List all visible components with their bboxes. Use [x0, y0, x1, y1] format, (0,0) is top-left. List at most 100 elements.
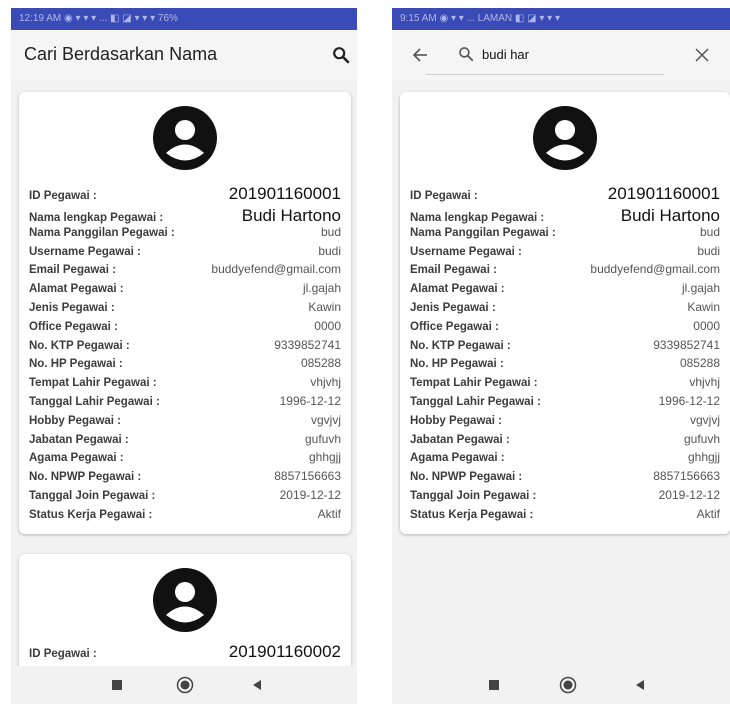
detail-row: Jenis Pegawai : Kawin	[29, 300, 341, 314]
field-value: gufuvh	[304, 431, 341, 446]
field-label: No. NPWP Pegawai :	[29, 471, 142, 484]
field-value: vhjvhj	[689, 375, 720, 390]
field-label: Nama Panggilan Pegawai :	[29, 226, 175, 239]
detail-row: No. NPWP Pegawai : 8857156663	[29, 469, 341, 483]
detail-row: Tempat Lahir Pegawai : vhjvhj	[29, 375, 341, 389]
field-value: 2019-12-12	[658, 488, 720, 502]
navigation-bar	[392, 666, 730, 704]
detail-row: Nama Panggilan Pegawai : bud	[410, 225, 720, 239]
detail-row: Office Pegawai : 0000	[410, 319, 720, 333]
status-bar: 9:15 AM ◉ ▾ ▾ ... LAMAN ◧ ◪ ▾ ▾ ▾	[392, 8, 730, 30]
detail-row: Status Kerja Pegawai : Aktif	[410, 507, 720, 521]
field-label: Alamat Pegawai :	[29, 283, 124, 296]
field-label: Email Pegawai :	[29, 264, 116, 277]
detail-row: Email Pegawai : buddyefend@gmail.com	[410, 262, 720, 276]
detail-row: Jabatan Pegawai : gufuvh	[29, 432, 341, 446]
id-value: 201901160001	[228, 184, 341, 203]
detail-row: Nama lengkap Pegawai : Budi Hartono	[410, 206, 720, 226]
field-label: Hobby Pegawai :	[410, 414, 503, 427]
employee-card[interactable]: ID Pegawai : 201901160001 Nama lengkap Peg…	[19, 92, 351, 534]
detail-row: No. HP Pegawai : 085288	[410, 356, 720, 370]
field-label: Tempat Lahir Pegawai :	[410, 377, 538, 390]
field-value: vgvjvj	[310, 412, 341, 427]
field-value: ghhgjj	[308, 450, 341, 465]
id-value: 201901160001	[607, 184, 720, 203]
close-icon[interactable]	[688, 41, 716, 69]
field-label: Agama Pegawai :	[410, 452, 505, 465]
field-label: Tanggal Lahir Pegawai :	[410, 396, 541, 408]
field-value: 0000	[693, 318, 720, 333]
field-label: Agama Pegawai :	[29, 452, 124, 465]
employee-card[interactable]: ID Pegawai : 201901160001 Nama lengkap Peg…	[400, 92, 730, 534]
id-label: ID Pegawai :	[29, 190, 97, 202]
id-row: ID Pegawai : 201901160002	[29, 642, 341, 662]
search-input[interactable]	[482, 40, 662, 68]
nav-back-icon[interactable]	[247, 675, 267, 695]
field-value: ghhgjj	[687, 450, 720, 465]
field-value: 1996-12-12	[279, 394, 341, 408]
field-label: Email Pegawai :	[410, 264, 497, 277]
field-label: No. NPWP Pegawai :	[410, 471, 523, 484]
detail-row: Jenis Pegawai : Kawin	[410, 300, 720, 314]
field-value: Budi Hartono	[620, 206, 720, 225]
nav-home-icon[interactable]	[175, 675, 195, 695]
detail-row: Office Pegawai : 0000	[29, 319, 341, 333]
field-value: jl.gajah	[302, 281, 341, 296]
detail-row: No. HP Pegawai : 085288	[29, 356, 341, 370]
detail-row: Email Pegawai : buddyefend@gmail.com	[29, 262, 341, 276]
field-value: Kawin	[308, 300, 341, 314]
field-label: Nama lengkap Pegawai :	[29, 212, 164, 224]
detail-row: Tanggal Lahir Pegawai : 1996-12-12	[29, 394, 341, 408]
avatar-icon	[153, 106, 217, 170]
field-label: Tempat Lahir Pegawai :	[29, 377, 157, 390]
search-icon	[452, 40, 480, 68]
field-value: bud	[699, 224, 720, 239]
detail-row: Tanggal Lahir Pegawai : 1996-12-12	[410, 394, 720, 408]
detail-row: Alamat Pegawai : jl.gajah	[410, 281, 720, 295]
field-label: Tanggal Join Pegawai :	[410, 490, 537, 502]
field-label: No. HP Pegawai :	[410, 358, 504, 371]
nav-square-icon[interactable]	[484, 675, 504, 695]
avatar-icon	[533, 106, 597, 170]
field-label: Tanggal Lahir Pegawai :	[29, 396, 160, 408]
field-value: gufuvh	[683, 431, 720, 446]
id-label: ID Pegawai :	[29, 648, 97, 660]
search-bar	[392, 30, 730, 80]
field-value: Aktif	[317, 506, 341, 521]
navigation-bar	[11, 666, 357, 704]
field-label: Status Kerja Pegawai :	[29, 508, 153, 521]
field-value: buddyefend@gmail.com	[590, 262, 720, 277]
field-label: Jenis Pegawai :	[410, 302, 496, 314]
field-value: vgvjvj	[689, 412, 720, 427]
field-label: No. KTP Pegawai :	[410, 339, 511, 352]
field-value: 0000	[314, 318, 341, 333]
field-label: Office Pegawai :	[410, 320, 499, 333]
detail-row: Tempat Lahir Pegawai : vhjvhj	[410, 375, 720, 389]
avatar-icon	[153, 568, 217, 632]
detail-row: No. KTP Pegawai : 9339852741	[29, 338, 341, 352]
field-label: Tanggal Join Pegawai :	[29, 490, 156, 502]
detail-row: Jabatan Pegawai : gufuvh	[410, 432, 720, 446]
app-bar: Cari Berdasarkan Nama	[11, 30, 357, 80]
field-value: Aktif	[696, 506, 720, 521]
nav-back-icon[interactable]	[630, 675, 650, 695]
field-label: Office Pegawai :	[29, 320, 118, 333]
id-row: ID Pegawai : 201901160001	[29, 184, 341, 204]
detail-row: Agama Pegawai : ghhgjj	[29, 450, 341, 464]
field-label: Jabatan Pegawai :	[410, 433, 510, 446]
nav-home-icon[interactable]	[558, 675, 578, 695]
detail-row: Username Pegawai : budi	[410, 244, 720, 258]
detail-row: Username Pegawai : budi	[29, 244, 341, 258]
field-label: Username Pegawai :	[410, 245, 522, 258]
search-icon[interactable]	[327, 41, 355, 69]
field-value: 085288	[300, 356, 341, 371]
nav-square-icon[interactable]	[107, 675, 127, 695]
field-value: 8857156663	[274, 469, 341, 484]
id-label: ID Pegawai :	[410, 190, 478, 202]
field-value: Budi Hartono	[241, 206, 341, 225]
field-label: Nama lengkap Pegawai :	[410, 212, 545, 224]
detail-row: No. KTP Pegawai : 9339852741	[410, 338, 720, 352]
detail-row: Hobby Pegawai : vgvjvj	[29, 413, 341, 427]
back-arrow-icon[interactable]	[406, 41, 434, 69]
field-value: jl.gajah	[681, 281, 720, 296]
